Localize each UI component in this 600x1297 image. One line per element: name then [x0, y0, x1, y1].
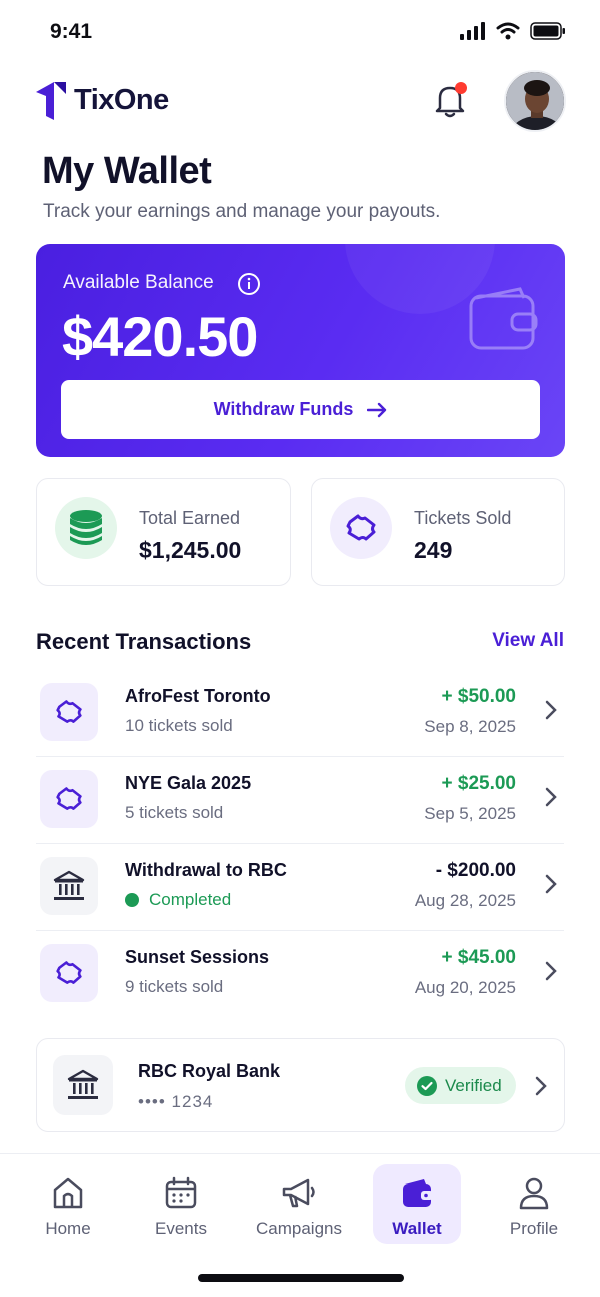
transaction-title: AfroFest Toronto [125, 686, 271, 706]
transaction-subtitle: 5 tickets sold [125, 803, 224, 822]
arrow-right-icon [367, 402, 387, 417]
verified-label: Verified [445, 1075, 502, 1095]
transaction-status: Completed [125, 890, 231, 910]
nav-profile[interactable]: Profile [490, 1164, 578, 1244]
transaction-row[interactable]: AfroFest Toronto 10 tickets sold + $50.0… [36, 671, 564, 757]
transaction-title: Sunset Sessions [125, 947, 270, 967]
megaphone-icon [282, 1178, 315, 1208]
profile-photo-icon [506, 72, 564, 130]
transaction-title: NYE Gala 2025 [125, 773, 252, 793]
bank-icon [53, 1055, 113, 1115]
coins-stack-icon [55, 497, 117, 559]
nav-events[interactable]: Events [137, 1164, 225, 1244]
nav-label: Home [45, 1219, 91, 1238]
notifications-button[interactable] [432, 80, 468, 120]
transaction-row[interactable]: Withdrawal to RBC Completed - $200.00 Au… [36, 845, 564, 931]
brand-logo[interactable]: TixOne [36, 80, 169, 120]
info-icon[interactable] [237, 272, 261, 296]
transaction-date: Sep 5, 2025 [424, 804, 516, 823]
transaction-subtitle: Completed [149, 890, 232, 909]
verified-badge: Verified [405, 1067, 516, 1104]
nav-label: Campaigns [256, 1219, 342, 1238]
home-indicator [198, 1274, 404, 1282]
balance-amount: $420.50 [62, 305, 258, 368]
transaction-subtitle: 10 tickets sold [125, 716, 233, 735]
page-subtitle: Track your earnings and manage your payo… [43, 201, 441, 222]
chevron-right-icon [545, 874, 557, 894]
transaction-date: Aug 20, 2025 [414, 978, 516, 997]
transaction-amount: - $200.00 [435, 860, 516, 881]
bank-name: RBC Royal Bank [138, 1061, 281, 1081]
status-icons [460, 22, 566, 40]
bank-account-number: •••• 1234 [138, 1092, 214, 1111]
wallet-icon [469, 287, 538, 350]
status-bar: 9:41 [0, 0, 600, 66]
chevron-right-icon [535, 1076, 547, 1096]
stat-label: Tickets Sold [414, 508, 512, 528]
bell-icon [435, 82, 467, 118]
withdraw-funds-button[interactable]: Withdraw Funds [61, 380, 540, 439]
nav-label: Events [155, 1219, 207, 1238]
signal-icon [460, 22, 485, 40]
check-circle-icon [417, 1075, 437, 1096]
tickets-sold-card[interactable]: Tickets Sold 249 [311, 478, 565, 586]
bank-account-card[interactable]: RBC Royal Bank •••• 1234 Verified [36, 1038, 565, 1132]
total-earned-card[interactable]: Total Earned $1,245.00 [36, 478, 291, 586]
transaction-row[interactable]: Sunset Sessions 9 tickets sold + $45.00 … [36, 932, 564, 1018]
ticket-icon [330, 497, 392, 559]
nav-label: Profile [509, 1219, 559, 1238]
page-title: My Wallet [42, 150, 212, 192]
chevron-right-icon [545, 961, 557, 981]
wallet-icon [403, 1179, 433, 1207]
app-header: TixOne [0, 66, 600, 136]
stat-value: 249 [414, 537, 453, 563]
withdraw-funds-label: Withdraw Funds [213, 399, 354, 419]
transaction-amount: + $50.00 [441, 686, 517, 707]
transaction-date: Aug 28, 2025 [414, 891, 516, 910]
nav-wallet[interactable]: Wallet [373, 1164, 461, 1244]
transaction-date: Sep 8, 2025 [424, 717, 516, 736]
calendar-icon [165, 1176, 197, 1209]
transaction-title: Withdrawal to RBC [125, 860, 287, 880]
transaction-amount: + $45.00 [441, 947, 517, 968]
wifi-icon [496, 22, 520, 40]
nav-home[interactable]: Home [24, 1164, 112, 1244]
home-icon [53, 1177, 83, 1209]
transaction-amount: + $25.00 [441, 773, 517, 794]
ticket-icon [40, 770, 98, 828]
ticket-icon [40, 683, 98, 741]
nav-campaigns[interactable]: Campaigns [254, 1164, 344, 1244]
balance-card: Available Balance $420.50 Withdraw Funds [36, 244, 565, 457]
chevron-right-icon [545, 787, 557, 807]
transaction-subtitle: 9 tickets sold [125, 977, 224, 996]
avatar[interactable] [504, 70, 566, 132]
chevron-right-icon [545, 700, 557, 720]
transaction-row[interactable]: NYE Gala 2025 5 tickets sold + $25.00 Se… [36, 758, 564, 844]
brand-name: TixOne [74, 83, 169, 116]
status-dot-icon [125, 893, 139, 907]
nav-label: Wallet [392, 1219, 442, 1238]
tixone-logo-icon [36, 82, 66, 120]
bank-icon [40, 857, 98, 915]
stat-label: Total Earned [139, 508, 241, 528]
section-title: Recent Transactions [36, 629, 252, 654]
user-icon [519, 1177, 549, 1210]
battery-icon [530, 22, 565, 40]
balance-label: Available Balance [63, 272, 214, 293]
view-all-link[interactable]: View All [492, 630, 564, 652]
ticket-icon [40, 944, 98, 1002]
status-time: 9:41 [50, 20, 93, 43]
stat-value: $1,245.00 [139, 537, 242, 563]
